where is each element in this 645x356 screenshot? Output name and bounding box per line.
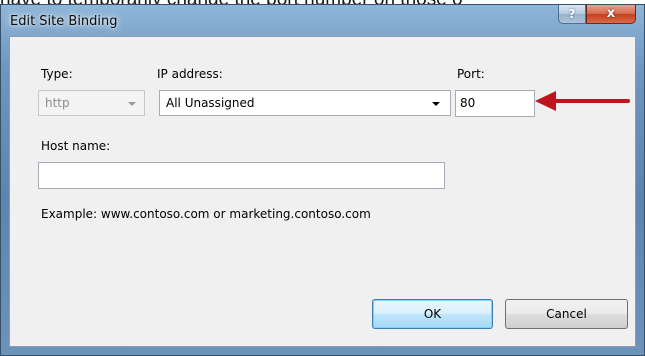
host-name-input[interactable] — [38, 162, 445, 189]
dialog-title: Edit Site Binding — [10, 14, 118, 29]
help-button[interactable]: ? — [558, 5, 586, 24]
type-dropdown: http — [38, 90, 145, 116]
ip-address-label: IP address: — [157, 67, 223, 81]
ip-address-dropdown[interactable]: All Unassigned — [159, 90, 451, 116]
port-input[interactable]: 80 — [455, 90, 535, 117]
port-value: 80 — [460, 96, 476, 110]
ip-address-value: All Unassigned — [166, 96, 255, 110]
edit-site-binding-dialog: Edit Site Binding ? x Type: http IP addr… — [0, 4, 645, 356]
cancel-button[interactable]: Cancel — [505, 299, 628, 329]
screenshot: have to temporarily change the port numb… — [0, 0, 645, 356]
title-bar[interactable]: Edit Site Binding ? x — [1, 5, 644, 37]
red-arrow-icon — [535, 91, 630, 111]
type-label: Type: — [41, 67, 73, 81]
chevron-down-icon — [432, 102, 440, 106]
host-name-label: Host name: — [41, 139, 111, 153]
host-name-example: Example: www.contoso.com or marketing.co… — [41, 207, 371, 221]
dialog-body: Type: http IP address: All Unassigned Po… — [9, 36, 636, 347]
chevron-down-icon — [128, 102, 136, 106]
ok-button[interactable]: OK — [372, 299, 493, 329]
type-value: http — [45, 96, 70, 110]
close-button[interactable]: x — [586, 5, 636, 24]
port-label: Port: — [457, 67, 485, 81]
